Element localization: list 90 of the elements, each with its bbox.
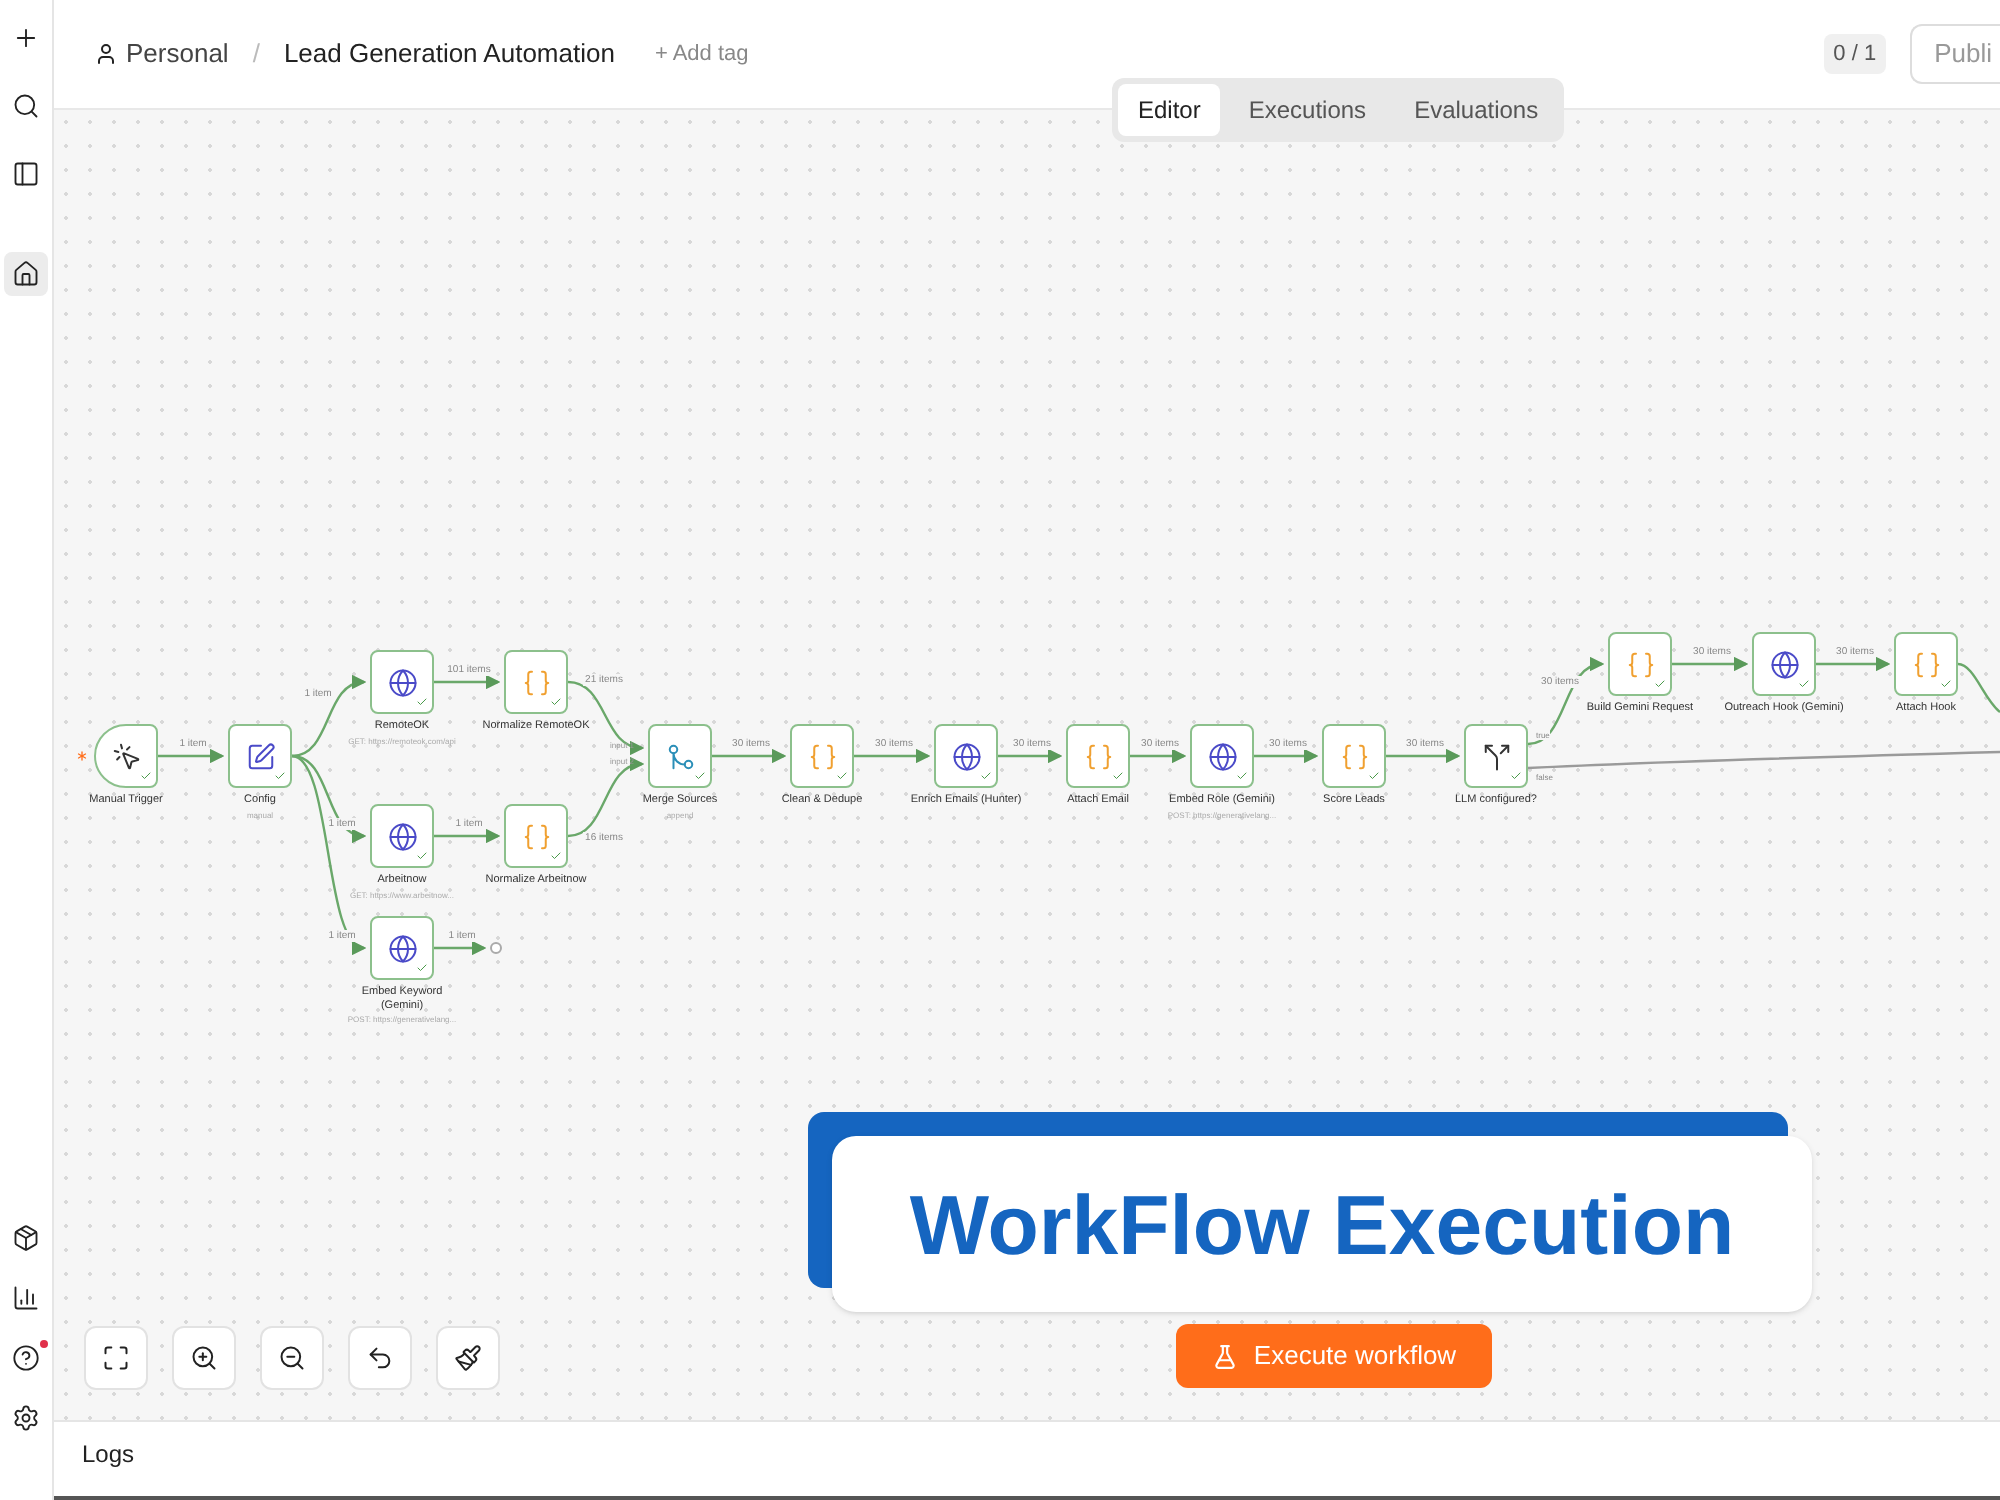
globe-icon [951,741,981,771]
undo-icon [366,1344,394,1372]
workflow-node[interactable] [370,650,434,714]
pencil-icon [245,741,275,771]
success-check-icon [836,770,848,782]
success-check-icon [980,770,992,782]
workflow-node[interactable] [1322,724,1386,788]
workflow-node[interactable] [1464,724,1528,788]
help-icon[interactable] [8,1340,44,1376]
success-check-icon [1112,770,1124,782]
workflow-node[interactable] [504,650,568,714]
globe-icon [387,821,417,851]
connection-line [567,758,645,838]
view-tab[interactable]: Editor [1118,84,1221,136]
connection-line [434,828,501,844]
success-check-icon [1798,678,1810,690]
workflow-node[interactable] [1894,632,1958,696]
connection-line [1816,656,1891,672]
success-check-icon [140,770,152,782]
connection-line [998,748,1063,764]
connection-line [434,674,501,690]
merge-icon [665,741,695,771]
success-check-icon [550,850,562,862]
connection-line [1130,748,1187,764]
branch-icon [1481,741,1511,771]
workflow-node[interactable] [934,724,998,788]
connection-line [1957,662,2000,713]
user-icon [94,42,118,66]
success-check-icon [416,696,428,708]
add-node-handle[interactable] [490,942,502,954]
success-check-icon [1510,770,1522,782]
fit-view-icon [102,1344,130,1372]
workflow-node[interactable] [370,916,434,980]
success-check-icon [1654,678,1666,690]
braces-icon [1911,649,1941,679]
workflow-node[interactable] [648,724,712,788]
connection-line [854,748,931,764]
globe-icon [1769,649,1799,679]
braces-icon [521,667,551,697]
cursor-click-icon [111,741,141,771]
trigger-mark-icon [74,748,90,764]
workflow-node[interactable] [370,804,434,868]
canvas-control-button[interactable] [172,1326,236,1390]
connection-line [158,748,225,764]
workflow-node[interactable] [94,724,158,788]
globe-icon [387,933,417,963]
success-check-icon [416,850,428,862]
version-counter: 0 / 1 [1823,33,1887,75]
connection-line [434,940,487,956]
view-tab[interactable]: Evaluations [1394,84,1559,136]
workflow-node[interactable] [228,724,292,788]
workflow-node[interactable] [1066,724,1130,788]
braces-icon [1339,741,1369,771]
connection-line [1254,748,1319,764]
canvas-control-button[interactable] [260,1326,324,1390]
workflow-node[interactable] [1608,632,1672,696]
brush-icon [454,1344,482,1372]
braces-icon [807,741,837,771]
workflow-name[interactable]: Lead Generation Automation [283,34,615,74]
home-icon[interactable] [4,252,48,296]
workflow-node[interactable] [504,804,568,868]
success-check-icon [416,962,428,974]
workflow-node[interactable] [1190,724,1254,788]
zoom-in-icon [190,1344,218,1372]
connection-line [1386,748,1461,764]
logs-title[interactable]: Logs [82,1436,135,1472]
success-check-icon [1236,770,1248,782]
braces-icon [521,821,551,851]
zoom-out-icon [278,1344,306,1372]
globe-icon [387,667,417,697]
braces-icon [1625,649,1655,679]
success-check-icon [550,696,562,708]
canvas-control-button[interactable] [436,1326,500,1390]
success-check-icon [1368,770,1380,782]
breadcrumb-separator: / [252,36,260,73]
globe-icon [1207,741,1237,771]
connection-line [1672,656,1749,672]
connection-line [712,748,787,764]
workflow-node[interactable] [790,724,854,788]
success-check-icon [274,770,286,782]
braces-icon [1083,741,1113,771]
banner-title: WorkFlow Execution [909,1175,1735,1275]
success-check-icon [694,770,706,782]
project-name[interactable]: Personal [126,34,229,74]
add-tag-button[interactable]: + Add tag [654,37,749,71]
workflow-node[interactable] [1752,632,1816,696]
view-tab[interactable]: Executions [1228,84,1387,136]
flask-icon [1211,1343,1238,1369]
success-check-icon [1940,678,1952,690]
canvas-control-button[interactable] [348,1326,412,1390]
